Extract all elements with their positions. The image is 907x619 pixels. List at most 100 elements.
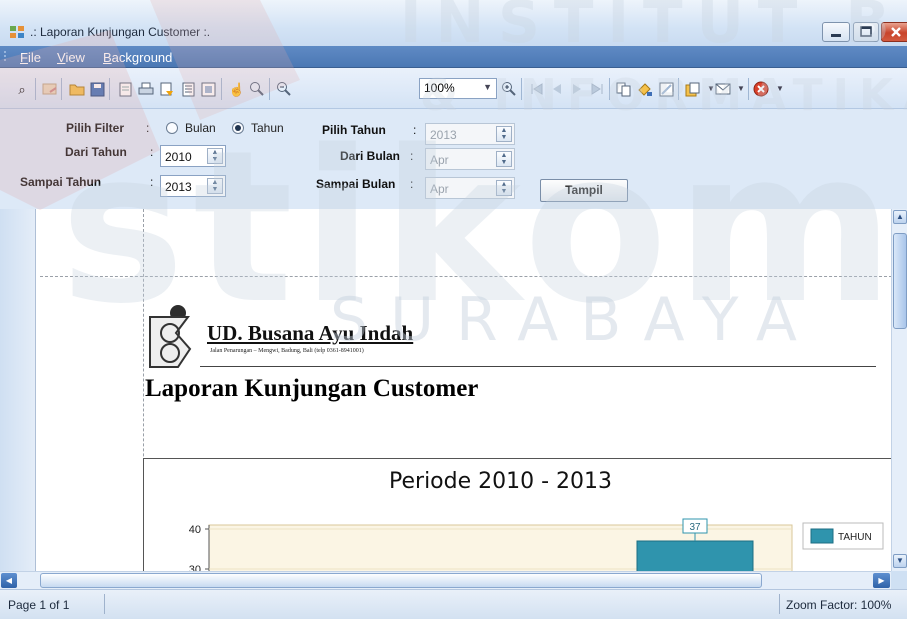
pick-year-colon: : bbox=[413, 123, 417, 137]
radio-bulan-label: Bulan bbox=[185, 121, 216, 135]
chart-container: Periode 2010 - 2013 30 40 37 TAHUN bbox=[143, 458, 903, 571]
send-email-icon[interactable] bbox=[714, 80, 732, 98]
toolbar-separator bbox=[35, 78, 36, 100]
spinner-arrows-icon[interactable]: ▲ ▼ bbox=[496, 126, 512, 142]
legend-swatch bbox=[810, 528, 834, 544]
watermark-icon[interactable] bbox=[657, 80, 675, 98]
zoom-in-icon[interactable] bbox=[500, 80, 518, 98]
from-year-label: Dari Tahun bbox=[65, 145, 127, 159]
previous-page-icon[interactable] bbox=[548, 80, 566, 98]
legend-label: TAHUN bbox=[838, 532, 872, 543]
pick-year-spinner[interactable]: 2013 ▲ ▼ bbox=[425, 123, 515, 145]
maximize-icon bbox=[860, 26, 872, 37]
from-month-spinner[interactable]: Apr ▲ ▼ bbox=[425, 148, 515, 170]
minimize-icon bbox=[831, 34, 841, 37]
from-year-colon: : bbox=[150, 145, 154, 159]
scale-icon[interactable] bbox=[199, 80, 217, 98]
scroll-left-icon[interactable]: ◀ bbox=[1, 573, 17, 588]
form-icon bbox=[10, 26, 24, 38]
toolbar-separator bbox=[748, 78, 749, 100]
menu-view[interactable]: View bbox=[57, 50, 85, 65]
to-year-label: Sampai Tahun bbox=[20, 175, 102, 189]
page-indicator: Page 1 of 1 bbox=[8, 598, 70, 612]
export-icon[interactable] bbox=[684, 80, 702, 98]
report-viewer: UD. Busana Ayu Indah Jalan Penarungan – … bbox=[0, 209, 907, 571]
toolbar-separator bbox=[269, 78, 270, 100]
toolbar-separator bbox=[109, 78, 110, 100]
scroll-down-icon[interactable]: ▼ bbox=[893, 554, 907, 568]
menu-file[interactable]: File bbox=[20, 50, 41, 65]
status-separator bbox=[104, 594, 105, 614]
last-page-icon[interactable] bbox=[588, 80, 606, 98]
quick-print-icon[interactable] bbox=[158, 80, 176, 98]
vertical-scroll-thumb[interactable] bbox=[893, 233, 907, 329]
chart-bar bbox=[636, 540, 754, 571]
spinner-arrows-icon[interactable]: ▲ ▼ bbox=[496, 180, 512, 196]
hand-tool-icon[interactable]: ☝ bbox=[228, 80, 246, 98]
filter-colon: : bbox=[146, 121, 150, 135]
zoom-factor: Zoom Factor: 100% bbox=[786, 598, 892, 612]
y-tick-label: 40 bbox=[189, 524, 201, 536]
magnifier-icon[interactable] bbox=[248, 80, 266, 98]
to-month-label: Sampai Bulan bbox=[316, 177, 396, 191]
header-footer-icon[interactable] bbox=[179, 80, 197, 98]
maximize-button[interactable] bbox=[853, 22, 879, 42]
report-preview-window: .: Laporan Kunjungan Customer :. File Vi… bbox=[0, 0, 907, 619]
chevron-down-icon: ▼ bbox=[483, 82, 492, 92]
minimize-button[interactable] bbox=[822, 22, 850, 42]
save-icon[interactable] bbox=[88, 80, 106, 98]
toolbar-separator bbox=[678, 78, 679, 100]
menu-bar: File View Background bbox=[0, 46, 907, 68]
title-bar: .: Laporan Kunjungan Customer :. bbox=[0, 0, 907, 46]
report-title: Laporan Kunjungan Customer bbox=[145, 375, 479, 402]
y-tick-label: 30 bbox=[189, 564, 201, 571]
toolbar-separator bbox=[609, 78, 610, 100]
from-year-spinner[interactable]: 2010 ▲ ▼ bbox=[160, 145, 226, 167]
multiple-pages-icon[interactable] bbox=[615, 80, 633, 98]
to-month-spinner[interactable]: Apr ▲ ▼ bbox=[425, 177, 515, 199]
menu-grip-icon bbox=[4, 51, 6, 61]
vertical-scrollbar[interactable]: ▲ ▼ bbox=[891, 209, 907, 571]
to-year-spinner[interactable]: 2013 ▲ ▼ bbox=[160, 175, 226, 197]
scroll-right-icon[interactable]: ▶ bbox=[873, 573, 890, 588]
background-color-icon[interactable] bbox=[636, 80, 654, 98]
close-dropdown-icon[interactable]: ▼ bbox=[771, 80, 789, 98]
toolbar-separator bbox=[221, 78, 222, 100]
close-icon bbox=[891, 27, 901, 37]
spinner-arrows-icon[interactable]: ▲ ▼ bbox=[207, 178, 223, 194]
company-logo bbox=[149, 305, 192, 368]
scroll-up-icon[interactable]: ▲ bbox=[893, 210, 907, 224]
to-year-colon: : bbox=[150, 175, 154, 189]
chart-svg: 30 40 37 TAHUN bbox=[189, 518, 884, 571]
toolbar-separator bbox=[61, 78, 62, 100]
data-label: 37 bbox=[689, 522, 701, 533]
open-icon[interactable] bbox=[68, 80, 86, 98]
status-bar: Page 1 of 1 Zoom Factor: 100% bbox=[0, 589, 907, 619]
zoom-out-icon[interactable] bbox=[275, 80, 293, 98]
print-icon[interactable] bbox=[137, 80, 155, 98]
radio-tahun-label: Tahun bbox=[251, 121, 284, 135]
zoom-select[interactable]: 100% ▼ bbox=[419, 78, 497, 99]
page-setup-icon[interactable] bbox=[116, 80, 134, 98]
tampil-button[interactable]: Tampil bbox=[540, 179, 628, 202]
pick-year-label: Pilih Tahun bbox=[322, 123, 386, 137]
close-button[interactable] bbox=[881, 22, 907, 42]
radio-bulan[interactable] bbox=[166, 122, 178, 134]
find-icon[interactable]: ⌕ bbox=[13, 80, 31, 98]
header-rule bbox=[200, 366, 876, 367]
menu-background[interactable]: Background bbox=[103, 50, 172, 65]
toolbar-separator bbox=[521, 78, 522, 100]
spinner-arrows-icon[interactable]: ▲ ▼ bbox=[496, 151, 512, 167]
radio-tahun[interactable] bbox=[232, 122, 244, 134]
spinner-arrows-icon[interactable]: ▲ ▼ bbox=[207, 148, 223, 164]
close-preview-icon[interactable] bbox=[752, 80, 770, 98]
horizontal-scrollbar[interactable]: ◀ ▶ bbox=[0, 571, 891, 589]
first-page-icon[interactable] bbox=[528, 80, 546, 98]
window-title: .: Laporan Kunjungan Customer :. bbox=[30, 25, 211, 39]
next-page-icon[interactable] bbox=[568, 80, 586, 98]
viewer-gutter bbox=[0, 209, 36, 571]
to-month-colon: : bbox=[410, 177, 414, 191]
group-tree-icon[interactable] bbox=[41, 80, 59, 98]
horizontal-scroll-thumb[interactable] bbox=[40, 573, 762, 588]
company-address: Jalan Penarungan – Mengwi, Badung, Bali … bbox=[210, 348, 364, 354]
